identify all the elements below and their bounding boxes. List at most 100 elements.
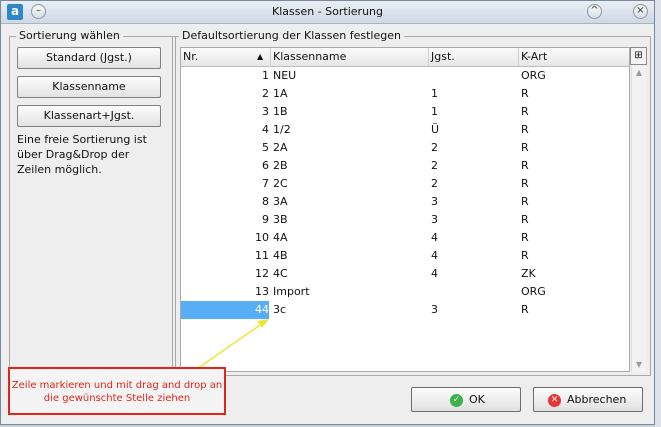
cell-name: 3B <box>273 213 288 226</box>
column-header-jgst[interactable]: Jgst. <box>429 48 519 66</box>
cell-kart: R <box>521 303 529 316</box>
column-header-nr[interactable]: Nr. ▲ <box>181 48 271 66</box>
cell-jgst: 2 <box>431 159 438 172</box>
cell-jgst: 2 <box>431 141 438 154</box>
table-row[interactable]: 6 2B 2 R <box>181 157 629 175</box>
cell-kart: R <box>521 249 529 262</box>
cell-kart: ORG <box>521 285 546 298</box>
cell-kart: R <box>521 231 529 244</box>
classes-table: Nr. ▲ Klassenname Jgst. K-Art 1 NEU ORG 2 1A… <box>180 47 630 372</box>
cell-nr: 12 <box>255 267 269 280</box>
table-row[interactable]: 9 3B 3 R <box>181 211 629 229</box>
table-row[interactable]: 10 4A 4 R <box>181 229 629 247</box>
column-label: Nr. <box>183 50 199 63</box>
table-row[interactable]: 11 4B 4 R <box>181 247 629 265</box>
vertical-scrollbar[interactable]: ▲ ▼ <box>631 66 646 372</box>
cell-jgst: 4 <box>431 267 438 280</box>
cell-kart: ZK <box>521 267 536 280</box>
sort-choice-title: Sortierung wählen <box>16 29 123 42</box>
sort-ascending-icon: ▲ <box>257 52 264 61</box>
table-row[interactable]: 3 1B 1 R <box>181 103 629 121</box>
cell-jgst: 4 <box>431 231 438 244</box>
cell-name: 1A <box>273 87 288 100</box>
cell-kart: R <box>521 213 529 226</box>
cell-nr: 6 <box>262 159 269 172</box>
cell-name: 2A <box>273 141 288 154</box>
cell-name: 1/2 <box>273 123 291 136</box>
hint-line: Eine freie Sortierung ist <box>17 133 147 146</box>
cell-kart: R <box>521 123 529 136</box>
cancel-icon: ✕ <box>548 393 561 407</box>
cell-kart: R <box>521 105 529 118</box>
cell-nr: 1 <box>262 69 269 82</box>
note-line: die gewünschte Stelle ziehen <box>43 393 191 404</box>
column-header-name[interactable]: Klassenname <box>271 48 429 66</box>
table-header: Nr. ▲ Klassenname Jgst. K-Art <box>181 48 629 67</box>
sort-type-button[interactable]: Klassenart+Jgst. <box>17 105 161 127</box>
cell-jgst: 3 <box>431 213 438 226</box>
cell-jgst: 3 <box>431 303 438 316</box>
table-row[interactable]: 4 1/2 Ü R <box>181 121 629 139</box>
note-line: Zeile markieren und mit drag and drop an <box>11 380 223 391</box>
close-icon[interactable]: × <box>633 4 648 19</box>
ok-button[interactable]: ✓ OK <box>411 387 521 412</box>
cell-name: 2B <box>273 159 288 172</box>
sort-standard-button[interactable]: Standard (Jgst.) <box>17 47 161 69</box>
table-row[interactable]: 5 2A 2 R <box>181 139 629 157</box>
cell-name: NEU <box>273 69 297 82</box>
cell-jgst: Ü <box>431 123 440 136</box>
cell-kart: R <box>521 141 529 154</box>
table-row[interactable]: 2 1A 1 R <box>181 85 629 103</box>
annotation-note: Zeile markieren und mit drag and drop an… <box>8 367 226 415</box>
cell-kart: R <box>521 159 529 172</box>
maximize-icon[interactable]: ^ <box>587 4 602 19</box>
ok-label: OK <box>469 393 485 406</box>
scroll-up-icon[interactable]: ▲ <box>634 68 644 78</box>
cell-name: 3A <box>273 195 288 208</box>
column-chooser-icon[interactable]: ⊞ <box>630 47 647 65</box>
background-window-edge <box>655 0 661 427</box>
cell-name: 4A <box>273 231 288 244</box>
table-row[interactable]: 13 Import ORG <box>181 283 629 301</box>
table-row[interactable]: 7 2C 2 R <box>181 175 629 193</box>
cell-jgst <box>431 67 511 85</box>
table-row[interactable]: 8 3A 3 R <box>181 193 629 211</box>
cell-name: Import <box>273 285 310 298</box>
cell-name: 4B <box>273 249 288 262</box>
cancel-button[interactable]: ✕ Abbrechen <box>533 387 643 412</box>
cell-kart: R <box>521 177 529 190</box>
table-row[interactable]: 1 NEU ORG <box>181 67 629 85</box>
hint-line: über Drag&Drop der <box>17 148 130 161</box>
cell-jgst: 4 <box>431 249 438 262</box>
cell-jgst: 1 <box>431 105 438 118</box>
cell-nr: 44 <box>181 301 269 319</box>
cell-nr: 11 <box>255 249 269 262</box>
default-sort-title: Defaultsortierung der Klassen festlegen <box>179 29 404 42</box>
cell-nr: 8 <box>262 195 269 208</box>
cell-nr: 4 <box>262 123 269 136</box>
hint-line: Zeilen möglich. <box>17 163 102 176</box>
cell-jgst: 1 <box>431 87 438 100</box>
drag-drop-hint: Eine freie Sortierung ist über Drag&Drop… <box>17 132 167 177</box>
cell-jgst <box>431 283 511 301</box>
cancel-label: Abbrechen <box>567 393 627 406</box>
cell-nr: 9 <box>262 213 269 226</box>
table-row[interactable]: 44 3c 3 R <box>181 301 629 319</box>
check-icon: ✓ <box>450 393 463 407</box>
cell-jgst: 2 <box>431 177 438 190</box>
table-row[interactable]: 12 4C 4 ZK <box>181 265 629 283</box>
dialog-window: a – Klassen - Sortierung ^ × Sortierung … <box>0 0 655 425</box>
sort-name-button[interactable]: Klassenname <box>17 76 161 98</box>
cell-name: 3c <box>273 303 287 316</box>
cell-nr: 3 <box>262 105 269 118</box>
cell-nr: 13 <box>255 285 269 298</box>
title-bar: a – Klassen - Sortierung ^ × <box>1 1 654 24</box>
cell-nr: 2 <box>262 87 269 100</box>
cell-nr: 10 <box>255 231 269 244</box>
cell-jgst: 3 <box>431 195 438 208</box>
cell-name: 1B <box>273 105 288 118</box>
cell-nr: 7 <box>262 177 269 190</box>
column-header-kart[interactable]: K-Art <box>519 48 629 66</box>
scroll-down-icon[interactable]: ▼ <box>634 360 644 370</box>
cell-name: 4C <box>273 267 288 280</box>
